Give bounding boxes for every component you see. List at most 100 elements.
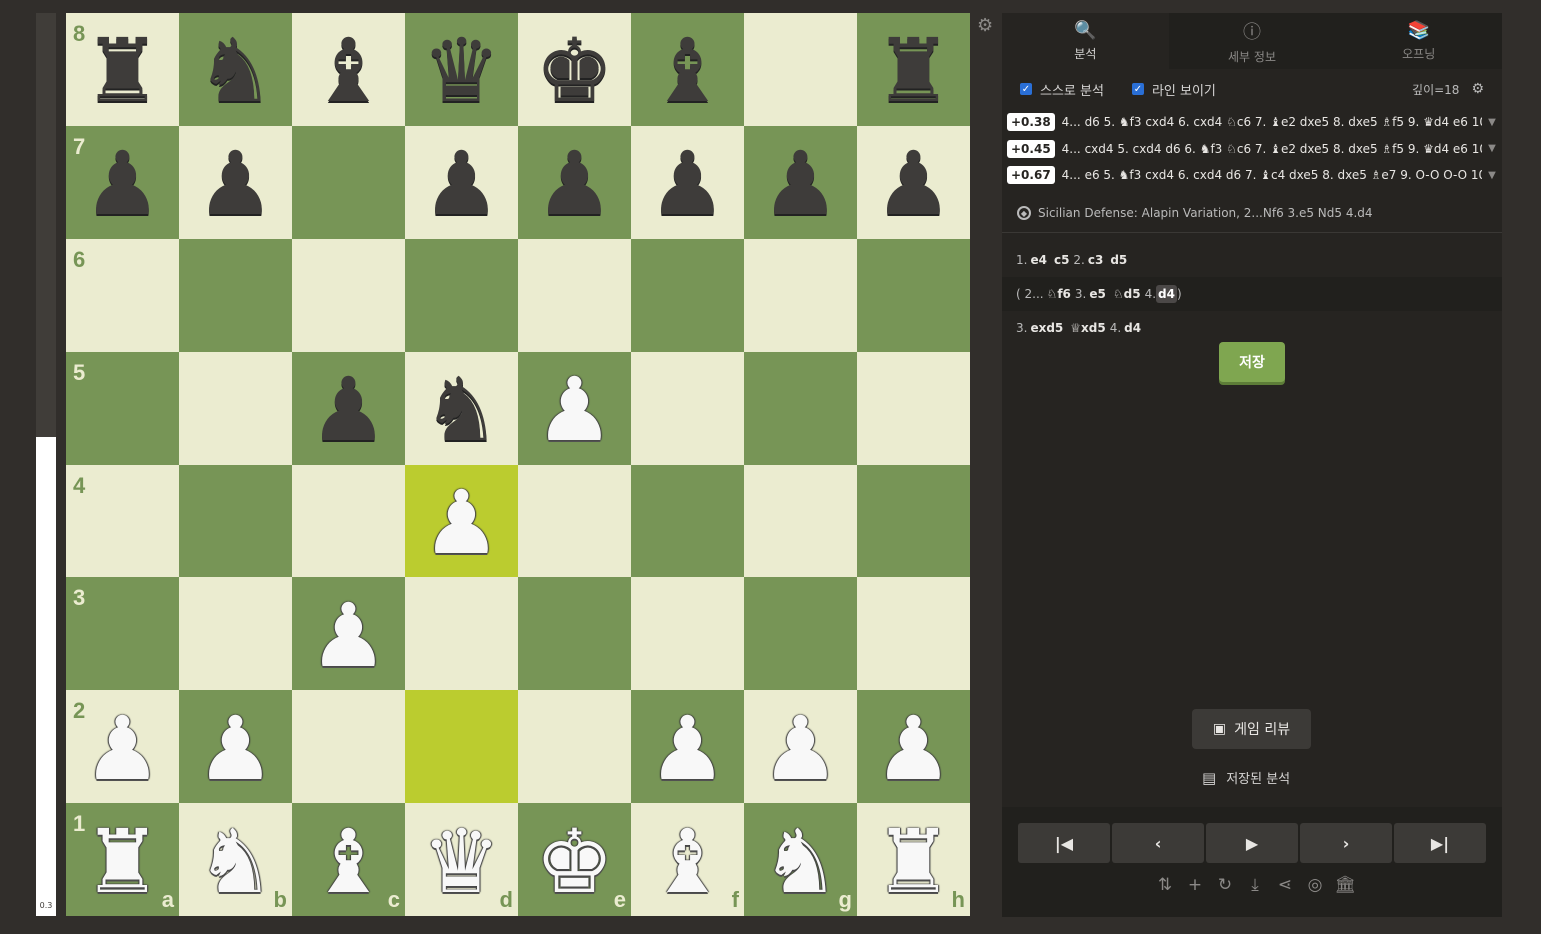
square-a5[interactable]: 5 (66, 351, 179, 465)
square-f6[interactable] (631, 238, 744, 352)
move[interactable]: c3 (1088, 253, 1103, 267)
square-g7[interactable]: ♟ (744, 125, 857, 239)
expand-caret-icon[interactable]: ▼ (1482, 117, 1502, 128)
black-bishop-icon[interactable]: ♝ (309, 27, 388, 115)
save-button[interactable]: 저장 (1219, 342, 1285, 382)
previous-move-button[interactable]: ‹ (1112, 823, 1204, 863)
white-king-icon[interactable]: ♚ (535, 817, 614, 906)
share-icon[interactable]: ⋖ (1270, 875, 1300, 895)
black-knight-icon[interactable]: ♞ (422, 366, 501, 454)
square-c2[interactable] (292, 690, 405, 804)
white-bishop-icon[interactable]: ♝ (309, 817, 388, 906)
square-g4[interactable] (744, 464, 857, 578)
move[interactable]: exd5 (1030, 321, 1063, 335)
square-a3[interactable]: 3 (66, 577, 179, 691)
black-pawn-icon[interactable]: ♟ (83, 140, 162, 228)
black-pawn-icon[interactable]: ♟ (648, 140, 727, 228)
square-d6[interactable] (405, 238, 518, 352)
white-pawn-icon[interactable]: ♟ (196, 704, 275, 793)
square-f1[interactable]: f ♝ (631, 803, 744, 916)
white-pawn-icon[interactable]: ♟ (309, 591, 388, 680)
engine-line[interactable]: +0.67 4... e6 5. ♞f3 cxd4 6. cxd4 d6 7. … (1002, 162, 1502, 189)
square-a8[interactable]: 8 ♜ (66, 13, 179, 126)
square-f5[interactable] (631, 351, 744, 465)
self-analysis-checkbox[interactable]: ✓ 스스로 분석 (1020, 80, 1104, 99)
line-moves[interactable]: 4... cxd4 5. cxd4 d6 6. ♞f3 ♘c6 7. ♝e2 d… (1062, 142, 1482, 156)
last-move-button[interactable]: ▶| (1394, 823, 1486, 863)
square-h2[interactable]: ♟ (857, 690, 970, 804)
move[interactable]: ♘d5 (1113, 287, 1141, 301)
square-f3[interactable] (631, 577, 744, 691)
square-c6[interactable] (292, 238, 405, 352)
white-pawn-icon[interactable]: ♟ (83, 704, 162, 793)
square-c8[interactable]: ♝ (292, 13, 405, 126)
square-e3[interactable] (518, 577, 631, 691)
current-move[interactable]: d4 (1156, 284, 1177, 303)
show-lines-checkbox[interactable]: ✓ 라인 보이기 (1131, 80, 1216, 99)
square-b1[interactable]: b ♞ (179, 803, 292, 916)
square-g8[interactable] (744, 13, 857, 126)
expand-caret-icon[interactable]: ▼ (1482, 143, 1502, 154)
opening-name[interactable]: ◆ Sicilian Defense: Alapin Variation, 2.… (1002, 195, 1502, 233)
move[interactable]: d4 (1124, 321, 1141, 335)
tab-analysis[interactable]: 🔍 분석 (1002, 13, 1169, 69)
target-icon[interactable]: ◎ (1300, 875, 1330, 895)
square-h4[interactable] (857, 464, 970, 578)
chess-board[interactable]: 8 ♜ ♞ ♝ ♛ ♚ ♝ ♜ 7 ♟ ♟ ♟ ♟ ♟ ♟ ♟ 6 5 ♟ ♞ ♟ 4 ♟ 3 ♟ 2 ♟ ♟ ♟ ♟ ♟ 1 a ♜ b ♞ c ♝ d ♛… (66, 13, 970, 916)
square-d1[interactable]: d ♛ (405, 803, 518, 916)
white-rook-icon[interactable]: ♜ (874, 817, 953, 906)
square-a4[interactable]: 4 (66, 464, 179, 578)
square-a7[interactable]: 7 ♟ (66, 125, 179, 239)
flip-board-icon[interactable]: ⇅ (1150, 875, 1180, 895)
white-knight-icon[interactable]: ♞ (761, 817, 840, 906)
black-pawn-icon[interactable]: ♟ (196, 140, 275, 228)
black-rook-icon[interactable]: ♜ (874, 27, 953, 115)
square-d2[interactable] (405, 690, 518, 804)
black-rook-icon[interactable]: ♜ (83, 27, 162, 115)
square-b3[interactable] (179, 577, 292, 691)
saved-analysis-link[interactable]: ▤ 저장된 분석 (1202, 768, 1290, 788)
black-queen-icon[interactable]: ♛ (422, 27, 501, 115)
white-pawn-icon[interactable]: ♟ (874, 704, 953, 793)
square-e7[interactable]: ♟ (518, 125, 631, 239)
next-move-button[interactable]: › (1300, 823, 1392, 863)
square-h3[interactable] (857, 577, 970, 691)
move[interactable]: ♕xd5 (1070, 321, 1105, 335)
square-h8[interactable]: ♜ (857, 13, 970, 126)
move[interactable]: d5 (1110, 253, 1127, 267)
move[interactable]: e4 (1030, 253, 1047, 267)
square-f7[interactable]: ♟ (631, 125, 744, 239)
white-pawn-icon[interactable]: ♟ (761, 704, 840, 793)
first-move-button[interactable]: |◀ (1018, 823, 1110, 863)
square-e8[interactable]: ♚ (518, 13, 631, 126)
game-review-button[interactable]: ▣ 게임 리뷰 (1192, 709, 1311, 749)
square-b6[interactable] (179, 238, 292, 352)
white-rook-icon[interactable]: ♜ (83, 817, 162, 906)
move[interactable]: e5 (1089, 287, 1106, 301)
square-a1[interactable]: 1 a ♜ (66, 803, 179, 916)
tab-details[interactable]: ⓘ 세부 정보 (1169, 13, 1336, 69)
white-pawn-icon[interactable]: ♟ (422, 478, 501, 567)
expand-caret-icon[interactable]: ▼ (1482, 170, 1502, 181)
black-king-icon[interactable]: ♚ (535, 27, 614, 115)
square-e5[interactable]: ♟ (518, 351, 631, 465)
black-knight-icon[interactable]: ♞ (196, 27, 275, 115)
board-settings-icon[interactable]: ⚙ (977, 15, 993, 36)
square-e2[interactable] (518, 690, 631, 804)
square-g1[interactable]: g ♞ (744, 803, 857, 916)
square-f4[interactable] (631, 464, 744, 578)
square-g6[interactable] (744, 238, 857, 352)
black-bishop-icon[interactable]: ♝ (648, 27, 727, 115)
play-button[interactable]: ▶ (1206, 823, 1298, 863)
square-c7[interactable] (292, 125, 405, 239)
line-moves[interactable]: 4... d6 5. ♞f3 cxd4 6. cxd4 ♘c6 7. ♝e2 d… (1062, 115, 1482, 129)
square-b2[interactable]: ♟ (179, 690, 292, 804)
white-queen-icon[interactable]: ♛ (422, 817, 501, 906)
black-pawn-icon[interactable]: ♟ (874, 140, 953, 228)
engine-line[interactable]: +0.38 4... d6 5. ♞f3 cxd4 6. cxd4 ♘c6 7.… (1002, 109, 1502, 136)
square-e6[interactable] (518, 238, 631, 352)
white-pawn-icon[interactable]: ♟ (535, 366, 614, 454)
square-a6[interactable]: 6 (66, 238, 179, 352)
download-icon[interactable]: ⤓ (1240, 875, 1270, 895)
engine-settings-icon[interactable]: ⚙ (1471, 81, 1484, 97)
